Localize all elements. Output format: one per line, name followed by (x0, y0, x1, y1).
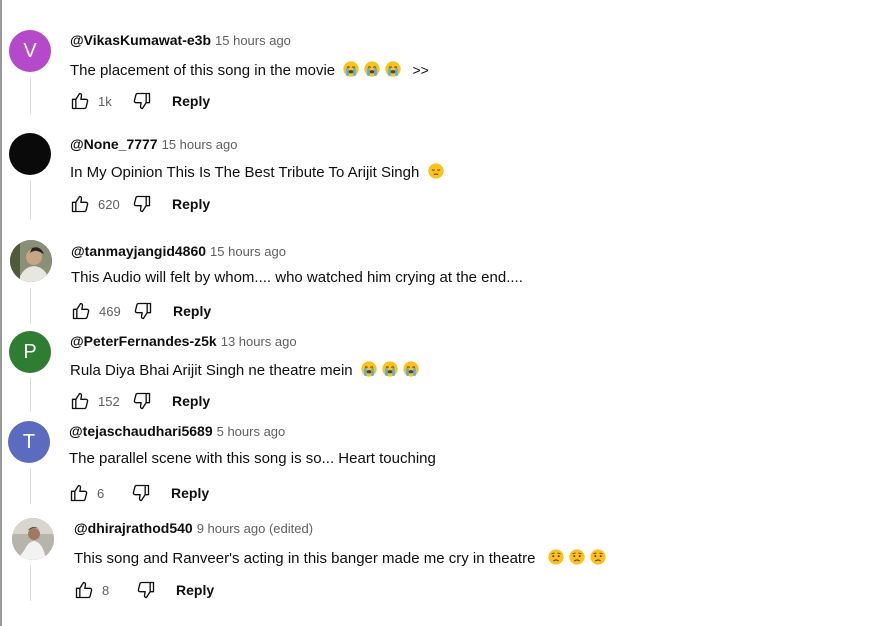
reply-button[interactable]: Reply (171, 485, 209, 501)
thumbs-down-icon[interactable] (131, 483, 151, 503)
avatar-photo (10, 240, 52, 282)
thread-line (30, 468, 31, 504)
thumbs-down-icon[interactable] (133, 301, 153, 321)
comment-actions: 8 Reply (74, 578, 214, 602)
avatar[interactable]: P (9, 331, 51, 373)
thumbs-up-icon[interactable] (69, 483, 89, 503)
comment-author[interactable]: @dhirajrathod540 (74, 520, 193, 536)
like-count: 620 (98, 196, 120, 212)
worried-face-icon (568, 548, 586, 570)
avatar[interactable] (9, 133, 51, 175)
thumbs-down-icon[interactable] (136, 580, 156, 600)
comment-text: Rula Diya Bhai Arijit Singh ne theatre m… (70, 362, 353, 379)
comment-emojis (544, 548, 607, 570)
worried-face-icon (589, 548, 607, 570)
comment-time[interactable]: 9 hours ago (edited) (197, 521, 313, 536)
thread-line (30, 180, 31, 220)
like-count: 152 (98, 393, 120, 409)
thumbs-up-icon[interactable] (70, 194, 90, 214)
comment-text: The parallel scene with this song is so.… (69, 450, 436, 467)
comment-header: @PeterFernandes-z5k 13 hours ago (70, 333, 297, 351)
comment-body: In My Opinion This Is The Best Tribute T… (70, 162, 445, 184)
comment-text: This Audio will felt by whom.... who wat… (71, 269, 523, 286)
reply-button[interactable]: Reply (173, 303, 211, 319)
comment-emojis (424, 162, 445, 184)
comment-actions: 469 Reply (71, 299, 211, 323)
like-count: 8 (102, 582, 110, 598)
comment-header: @dhirajrathod540 9 hours ago (edited) (74, 520, 313, 538)
comment-author[interactable]: @tejaschaudhari5689 (69, 423, 213, 439)
comment-text: In My Opinion This Is The Best Tribute T… (70, 164, 420, 181)
thumbs-up-icon[interactable] (74, 580, 94, 600)
reply-button[interactable]: Reply (172, 196, 210, 212)
pensive-face-icon (427, 162, 445, 184)
thread-line (30, 288, 31, 324)
reply-button[interactable]: Reply (176, 582, 214, 598)
comment-item: @dhirajrathod540 9 hours ago (edited) Thi… (0, 0, 879, 601)
avatar-photo (12, 518, 54, 560)
thumbs-down-icon[interactable] (132, 391, 152, 411)
comment-header: @None_7777 15 hours ago (70, 136, 238, 154)
comment-author[interactable]: @None_7777 (70, 136, 158, 152)
thumbs-down-icon[interactable] (132, 194, 152, 214)
comment-body: This Audio will felt by whom.... who wat… (71, 269, 523, 286)
avatar-letter: P (23, 341, 37, 363)
comment-time[interactable]: 15 hours ago (210, 244, 286, 259)
comment-time[interactable]: 15 hours ago (162, 137, 238, 152)
comment-time[interactable]: 5 hours ago (217, 424, 286, 439)
comment-body: The parallel scene with this song is so.… (69, 450, 436, 467)
comment-header: @tanmayjangid4860 15 hours ago (71, 243, 286, 261)
comment-text: This song and Ranveer's acting in this b… (74, 550, 536, 567)
comment-header: @tejaschaudhari5689 5 hours ago (69, 423, 285, 441)
avatar[interactable] (12, 518, 54, 560)
loudly-crying-face-icon (360, 360, 378, 382)
comment-author[interactable]: @PeterFernandes-z5k (70, 333, 217, 349)
thumbs-up-icon[interactable] (71, 301, 91, 321)
like-count: 469 (99, 303, 121, 319)
thumbs-up-icon[interactable] (70, 391, 90, 411)
comment-actions: 152 Reply (70, 389, 210, 413)
avatar[interactable]: T (8, 421, 50, 463)
comment-actions: 6 Reply (69, 481, 209, 505)
avatar[interactable] (10, 240, 52, 282)
loudly-crying-face-icon (381, 360, 399, 382)
worried-face-icon (547, 548, 565, 570)
comment-author[interactable]: @tanmayjangid4860 (71, 243, 206, 259)
comment-body: Rula Diya Bhai Arijit Singh ne theatre m… (70, 360, 420, 382)
like-count: 6 (97, 485, 105, 501)
comment-actions: 620 Reply (70, 192, 210, 216)
comment-time[interactable]: 13 hours ago (221, 334, 297, 349)
loudly-crying-face-icon (402, 360, 420, 382)
avatar-letter: T (22, 431, 36, 453)
thread-line (30, 565, 31, 601)
comment-emojis (357, 360, 420, 382)
comment-body: This song and Ranveer's acting in this b… (74, 548, 607, 570)
reply-button[interactable]: Reply (172, 393, 210, 409)
thread-line (30, 378, 31, 412)
